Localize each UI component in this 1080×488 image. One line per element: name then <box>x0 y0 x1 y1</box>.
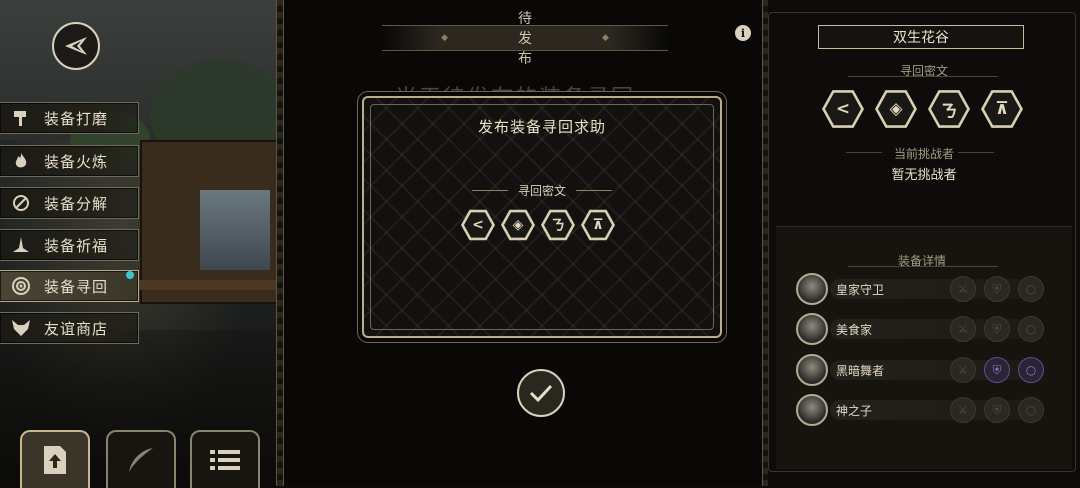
glyph-chevron-icon: < <box>825 92 861 126</box>
armor-icon: ⛨ <box>984 397 1010 423</box>
equip-row[interactable]: 美食家 ⚔ ⛨ ○ <box>796 313 1048 345</box>
equip-row[interactable]: 黑暗舞者 ⚔ ⛨ ○ <box>796 354 1048 386</box>
panel-glyph-1: < <box>822 90 864 128</box>
equip-name: 皇家守卫 <box>836 283 885 297</box>
scatter-icon <box>10 192 32 214</box>
checkmark-icon <box>529 384 553 403</box>
diamond-icon: ◆ <box>441 33 448 43</box>
modal-title: 发布装备寻回求助 <box>477 118 606 136</box>
avatar <box>796 354 828 386</box>
tab-feather[interactable] <box>106 430 176 488</box>
panel-glyph-row: < ◈ ㄋ ⊼ <box>822 88 1023 130</box>
divider-line <box>958 152 994 153</box>
divider-line <box>471 190 508 191</box>
menu-label: 装备分解 <box>44 194 109 213</box>
ring-icon: ○ <box>1018 276 1044 302</box>
menu-item-shop[interactable]: 友谊商店 <box>0 312 139 344</box>
wooden-plank <box>130 280 282 290</box>
sword-icon: ⚔ <box>950 276 976 302</box>
cipher-glyph-1[interactable]: < <box>461 209 495 241</box>
info-icon[interactable]: i <box>735 25 751 41</box>
glyph-rune-icon: ㄋ <box>544 212 572 238</box>
modal-glyph-row: < ◈ ㄋ ⊼ <box>461 208 615 242</box>
divider-left <box>276 0 284 486</box>
menu-label: 装备打磨 <box>44 109 109 128</box>
tab-publish[interactable] <box>20 430 90 488</box>
upload-icon <box>44 446 66 474</box>
back-arrow-icon <box>65 37 87 55</box>
menu-label: 装备祈福 <box>44 236 109 255</box>
menu-item-polish[interactable]: 装备打磨 <box>0 102 139 134</box>
notification-dot <box>126 271 134 279</box>
ring-icon: ○ <box>1018 316 1044 342</box>
pray-icon <box>10 234 32 256</box>
diamond-icon: ◆ <box>602 33 609 43</box>
publish-modal: 发布装备寻回求助 寻回密文 < ◈ ㄋ ⊼ <box>362 96 722 338</box>
tab-pending[interactable]: ◆ 待发布 ◆ <box>382 11 668 67</box>
equip-name: 神之子 <box>836 404 873 418</box>
sword-icon: ⚔ <box>950 397 976 423</box>
ring-icon: ○ <box>1018 397 1044 423</box>
equip-name: 黑暗舞者 <box>836 364 885 378</box>
tab-pending-label: 待发布 <box>518 11 532 67</box>
challenger-value: 暂无挑战者 <box>891 168 957 183</box>
divider-line <box>576 190 612 191</box>
modal-subtitle-label: 寻回密文 <box>517 184 566 198</box>
menu-label: 友谊商店 <box>44 319 109 338</box>
divider-line <box>848 266 998 267</box>
glyph-rune-icon: ㄋ <box>931 92 967 126</box>
hammer-icon <box>10 107 32 129</box>
target-icon <box>10 275 32 297</box>
menu-item-pray[interactable]: 装备祈福 <box>0 229 139 261</box>
tab-list[interactable] <box>190 430 260 488</box>
cipher-glyph-4[interactable]: ⊼ <box>581 209 615 241</box>
menu-label: 装备寻回 <box>44 277 109 296</box>
avatar <box>796 313 828 345</box>
panel-glyph-4: ⊼ <box>981 90 1023 128</box>
armor-icon: ⛨ <box>984 357 1010 383</box>
list-icon <box>210 450 240 470</box>
panel-glyph-3: ㄋ <box>928 90 970 128</box>
ring-icon: ○ <box>1018 357 1044 383</box>
flame-icon <box>10 150 32 172</box>
glyph-chevron-icon: < <box>464 212 492 238</box>
glyph-arch-icon: ⊼ <box>584 212 612 238</box>
modal-subtitle: 寻回密文 <box>364 182 720 199</box>
cipher-glyph-3[interactable]: ㄋ <box>541 209 575 241</box>
armor-icon: ⛨ <box>984 316 1010 342</box>
menu-label: 装备火炼 <box>44 152 109 171</box>
location-title: 双生花谷 <box>818 25 1024 49</box>
menu-item-retrieve[interactable]: 装备寻回 <box>0 270 139 302</box>
sword-icon: ⚔ <box>950 316 976 342</box>
confirm-button[interactable] <box>517 369 565 417</box>
avatar <box>796 273 828 305</box>
challenger-label: 当前挑战者 <box>893 147 954 161</box>
house-window <box>200 190 270 270</box>
equip-row[interactable]: 皇家守卫 ⚔ ⛨ ○ <box>796 273 1048 305</box>
divider-line <box>848 76 998 77</box>
armor-icon: ⛨ <box>984 276 1010 302</box>
menu-item-decompose[interactable]: 装备分解 <box>0 187 139 219</box>
glyph-diamond-icon: ◈ <box>878 92 914 126</box>
feather-icon <box>129 448 153 472</box>
equip-row[interactable]: 神之子 ⚔ ⛨ ○ <box>796 394 1048 426</box>
panel-glyph-2: ◈ <box>875 90 917 128</box>
avatar <box>796 394 828 426</box>
fox-icon <box>10 317 32 339</box>
cipher-glyph-2[interactable]: ◈ <box>501 209 535 241</box>
back-button[interactable] <box>52 22 100 70</box>
glyph-diamond-icon: ◈ <box>504 212 532 238</box>
menu-item-forge[interactable]: 装备火炼 <box>0 145 139 177</box>
glyph-arch-icon: ⊼ <box>984 92 1020 126</box>
sword-icon: ⚔ <box>950 357 976 383</box>
equip-name: 美食家 <box>836 323 873 337</box>
